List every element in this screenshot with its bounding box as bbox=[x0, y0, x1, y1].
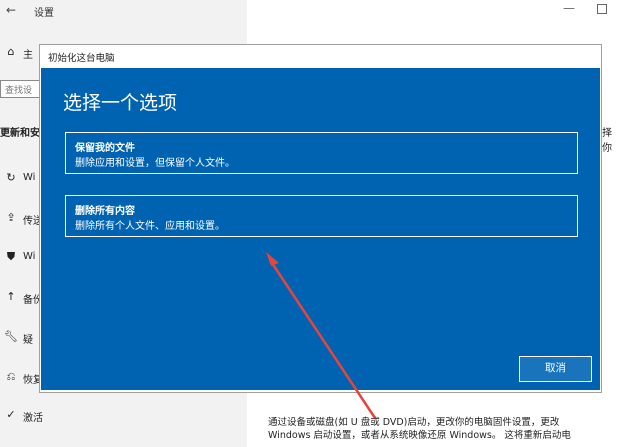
annotation-arrow-icon bbox=[266, 252, 377, 419]
